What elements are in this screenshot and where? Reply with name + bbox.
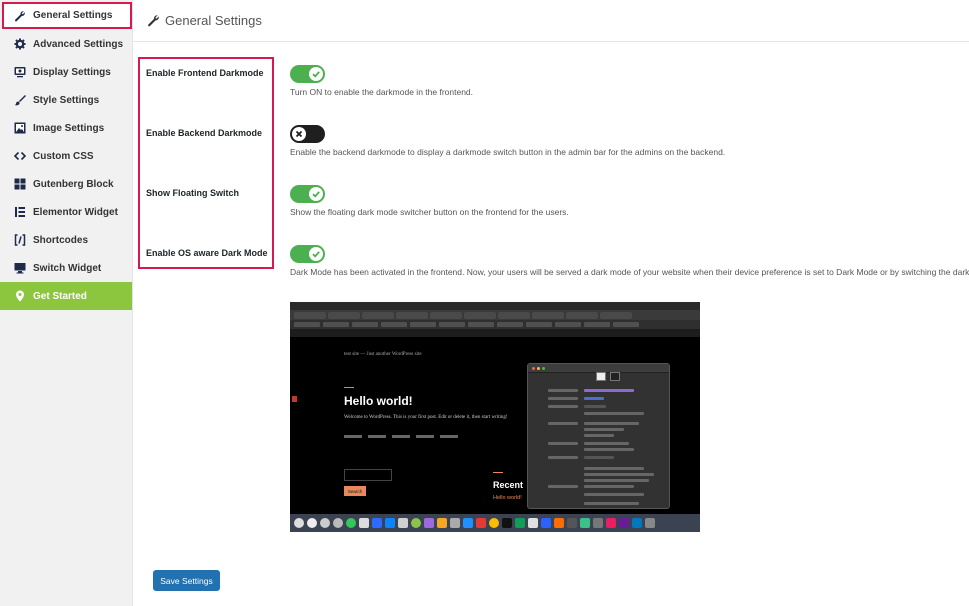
preview-search-button: Search: [344, 486, 366, 496]
sidebar-item-label: Advanced Settings: [33, 38, 124, 50]
preview-recent-link: Hello world!: [493, 495, 522, 501]
setting-desc-os-aware-darkmode: Dark Mode has been activated in the fron…: [290, 267, 969, 277]
preview-recent-separator: [493, 472, 503, 473]
toggle-frontend-darkmode[interactable]: [290, 65, 325, 83]
toggle-os-aware-darkmode[interactable]: [290, 245, 325, 263]
preview-post-meta: [344, 435, 458, 438]
sidebar-item-shortcodes[interactable]: Shortcodes: [0, 226, 132, 254]
code-icon: [14, 150, 26, 162]
sidebar-item-label: Switch Widget: [33, 262, 102, 274]
close-icon: [292, 127, 306, 141]
os-darkmode-preview-image: test site — Just another WordPress site …: [290, 302, 700, 532]
sidebar-item-label: Elementor Widget: [33, 206, 118, 218]
setting-label-backend-darkmode: Enable Backend Darkmode: [146, 128, 263, 138]
brush-icon: [14, 94, 26, 106]
setting-label-floating-switch: Show Floating Switch: [146, 188, 239, 198]
check-icon: [309, 187, 323, 201]
setting-label-os-aware-darkmode: Enable OS aware Dark Mode: [146, 248, 268, 258]
sidebar-item-label: Get Started: [33, 290, 87, 302]
wrench-icon: [14, 10, 26, 22]
shortcode-icon: [14, 234, 26, 246]
preview-browser-tabs: [290, 310, 700, 320]
sidebar-item-label: Custom CSS: [33, 150, 94, 162]
screen-icon: [14, 262, 26, 274]
preview-post-excerpt: Welcome to WordPress. This is your first…: [344, 415, 508, 420]
sidebar-item-label: Image Settings: [33, 122, 105, 134]
preview-site-tagline: test site — Just another WordPress site: [344, 352, 422, 357]
preview-admin-bar: [290, 329, 700, 337]
monitor-icon: [14, 66, 26, 78]
preview-post-title: Hello world!: [344, 394, 413, 408]
wrench-icon: [147, 14, 160, 27]
check-icon: [309, 247, 323, 261]
blocks-icon: [14, 178, 26, 190]
gear-icon: [14, 38, 26, 50]
page-title: General Settings: [165, 13, 262, 28]
sidebar-item-switch-widget[interactable]: Switch Widget: [0, 254, 132, 282]
setting-desc-backend-darkmode: Enable the backend darkmode to display a…: [290, 147, 726, 157]
sidebar-item-label: General Settings: [33, 10, 113, 21]
sidebar-item-general-settings[interactable]: General Settings: [2, 2, 132, 29]
preview-separator: [344, 387, 354, 388]
settings-main: General Settings Enable Frontend Darkmod…: [133, 0, 969, 606]
sidebar-item-advanced-settings[interactable]: Advanced Settings: [0, 30, 132, 58]
preview-bookmarks-bar: [290, 320, 700, 329]
image-icon: [14, 122, 26, 134]
toggle-floating-switch[interactable]: [290, 185, 325, 203]
sidebar-item-style-settings[interactable]: Style Settings: [0, 86, 132, 114]
preview-recent-heading: Recent: [493, 480, 524, 490]
setting-desc-frontend-darkmode: Turn ON to enable the darkmode in the fr…: [290, 87, 474, 97]
sidebar-item-elementor-widget[interactable]: Elementor Widget: [0, 198, 132, 226]
sidebar-item-custom-css[interactable]: Custom CSS: [0, 142, 132, 170]
check-icon: [309, 67, 323, 81]
setting-desc-floating-switch: Show the floating dark mode switcher but…: [290, 207, 569, 217]
save-settings-button[interactable]: Save Settings: [153, 570, 220, 591]
sidebar-item-label: Style Settings: [33, 94, 100, 106]
sidebar-item-gutenberg-block[interactable]: Gutenberg Block: [0, 170, 132, 198]
preview-search-input: [344, 469, 392, 481]
sidebar-item-label: Shortcodes: [33, 234, 89, 246]
sidebar-item-get-started[interactable]: Get Started: [0, 282, 132, 310]
elementor-icon: [14, 206, 26, 218]
sidebar-item-label: Display Settings: [33, 66, 111, 78]
setting-label-frontend-darkmode: Enable Frontend Darkmode: [146, 68, 264, 78]
settings-sidebar: General Settings Advanced Settings Displ…: [0, 0, 133, 606]
sidebar-item-display-settings[interactable]: Display Settings: [0, 58, 132, 86]
preview-floating-switch: [292, 396, 297, 402]
settings-labels-highlight: [138, 57, 274, 269]
toggle-backend-darkmode[interactable]: [290, 125, 325, 143]
preview-dock: [290, 514, 700, 532]
preview-system-preferences-window: [527, 363, 670, 509]
page-header: General Settings: [133, 0, 969, 42]
preview-menubar: [290, 302, 700, 310]
sidebar-item-image-settings[interactable]: Image Settings: [0, 114, 132, 142]
sidebar-item-label: Gutenberg Block: [33, 178, 114, 190]
location-pin-icon: [14, 290, 26, 302]
